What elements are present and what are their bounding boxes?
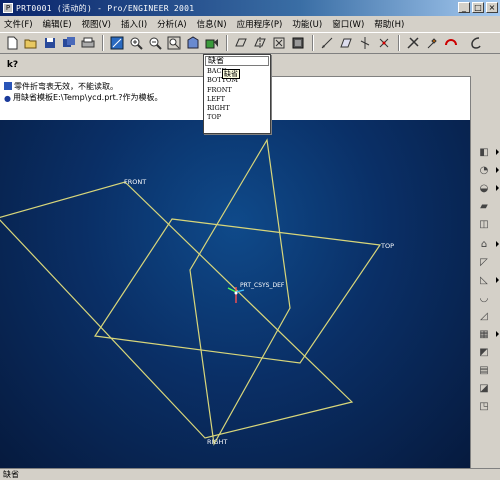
window-controls: _ □ × <box>458 2 498 13</box>
round-icon[interactable]: ◡ <box>476 290 492 306</box>
top-plane-label: TOP <box>380 242 394 250</box>
datum-axis-toggle-icon[interactable] <box>251 35 268 52</box>
open-folder-icon[interactable] <box>22 35 39 52</box>
datum-planes-drawing: FRONT TOP RIGHT PRT_CSYS_DEF <box>0 138 394 446</box>
context-toolbar: k? <box>0 55 26 75</box>
datum-axis-tool-icon[interactable] <box>356 35 373 52</box>
saved-views-icon[interactable] <box>203 35 220 52</box>
trim-icon[interactable]: ◳ <box>476 398 492 414</box>
saved-view-option-left[interactable]: LEFT <box>207 95 238 104</box>
print-icon[interactable] <box>79 35 96 52</box>
zoom-in-icon[interactable] <box>127 35 144 52</box>
saved-view-field[interactable]: 缺省 <box>205 56 269 66</box>
minimize-icon[interactable]: _ <box>458 2 470 13</box>
saved-view-option-right[interactable]: RIGHT <box>207 104 238 113</box>
merge-icon[interactable]: ◪ <box>476 380 492 396</box>
mirror-icon[interactable]: ◩ <box>476 344 492 360</box>
right-plane-label: RIGHT <box>207 438 227 446</box>
status-bar: 缺省 <box>0 468 500 480</box>
draft-icon[interactable]: ◺ <box>476 272 499 288</box>
toolbar-separator <box>312 35 314 51</box>
menu-insert[interactable]: 插入(I) <box>121 18 147 30</box>
toolbar-separator <box>398 35 400 51</box>
menu-info[interactable]: 信息(N) <box>197 18 227 30</box>
menu-analysis[interactable]: 分析(A) <box>157 18 186 30</box>
pattern-icon[interactable]: ▦ <box>476 326 499 342</box>
rib-icon[interactable]: ◸ <box>476 254 492 270</box>
datum-plane-tool-icon[interactable] <box>337 35 354 52</box>
csys-label: PRT_CSYS_DEF <box>240 282 285 289</box>
sketch-icon[interactable] <box>318 35 335 52</box>
menu-bar: 文件(F) 编辑(E) 视图(V) 插入(I) 分析(A) 信息(N) 应用程序… <box>0 16 500 31</box>
saved-view-option-front[interactable]: FRONT <box>207 86 238 95</box>
spin-center-icon[interactable] <box>442 35 459 52</box>
tools-icon[interactable] <box>423 35 440 52</box>
info-warning-icon <box>4 82 12 90</box>
run-icon[interactable] <box>467 35 484 52</box>
toolbar-separator <box>102 35 104 51</box>
tooltip: 缺省 <box>222 69 240 79</box>
chamfer-icon[interactable]: ◿ <box>476 308 492 324</box>
save-copy-icon[interactable] <box>60 35 77 52</box>
graphics-viewport[interactable]: FRONT TOP RIGHT PRT_CSYS_DEF <box>0 120 470 468</box>
hole-icon[interactable]: ◫ <box>476 216 492 232</box>
datum-point-toggle-icon[interactable] <box>270 35 287 52</box>
main-toolbar <box>0 32 500 54</box>
new-file-icon[interactable] <box>3 35 20 52</box>
sweep-icon[interactable]: ◒ <box>476 180 499 196</box>
status-text: 缺省 <box>3 470 19 479</box>
pro-engineer-logo-icon: P <box>3 3 13 13</box>
datum-point-tool-icon[interactable] <box>375 35 392 52</box>
save-icon[interactable] <box>41 35 58 52</box>
menu-help[interactable]: 帮助(H) <box>374 18 404 30</box>
saved-views-dropdown: 缺省 BACK BOTTOM FRONT LEFT RIGHT TOP 缺省 <box>203 54 271 134</box>
message-text: 零件折弯表无效，不能读取。 <box>14 82 118 91</box>
front-plane-label: FRONT <box>124 178 146 186</box>
menu-view[interactable]: 视图(V) <box>82 18 111 30</box>
menu-utilities[interactable]: 功能(U) <box>292 18 322 30</box>
front-plane <box>0 181 354 439</box>
whats-this-icon[interactable]: k? <box>4 57 21 74</box>
zoom-out-icon[interactable] <box>146 35 163 52</box>
copy-icon[interactable]: ▤ <box>476 362 492 378</box>
menu-file[interactable]: 文件(F) <box>4 18 33 30</box>
right-plane <box>189 138 291 446</box>
window-title: PRT0001 (活动的) - Pro/ENGINEER 2001 <box>16 3 195 13</box>
menu-applications[interactable]: 应用程序(P) <box>237 18 283 30</box>
toolbar-separator <box>226 35 228 51</box>
orient-icon[interactable] <box>184 35 201 52</box>
extrude-icon[interactable]: ◧ <box>476 144 499 160</box>
zoom-fit-icon[interactable] <box>165 35 182 52</box>
bullet-icon: ● <box>4 94 11 103</box>
maximize-icon[interactable]: □ <box>472 2 484 13</box>
message-text: 用缺省模板E:\Temp\ycd.prt.?作为模板。 <box>12 93 163 102</box>
blend-icon[interactable]: ▰ <box>476 198 492 214</box>
menu-edit[interactable]: 编辑(E) <box>43 18 72 30</box>
close-icon[interactable]: × <box>486 2 498 13</box>
saved-view-option-top[interactable]: TOP <box>207 113 238 122</box>
datum-plane-toggle-icon[interactable] <box>232 35 249 52</box>
menu-window[interactable]: 窗口(W) <box>332 18 364 30</box>
context-help-icon[interactable] <box>404 35 421 52</box>
shell-icon[interactable]: ⌂ <box>476 236 499 252</box>
title-bar: P PRT0001 (活动的) - Pro/ENGINEER 2001 _ □ … <box>0 0 500 16</box>
csys-toggle-icon[interactable] <box>289 35 306 52</box>
revolve-icon[interactable]: ◔ <box>476 162 499 178</box>
repaint-icon[interactable] <box>108 35 125 52</box>
feature-toolbar: ◧ ◔ ◒ ▰ ◫ ⌂ ◸ ◺ ◡ ◿ ▦ ◩ ▤ ◪ ◳ <box>470 76 500 468</box>
